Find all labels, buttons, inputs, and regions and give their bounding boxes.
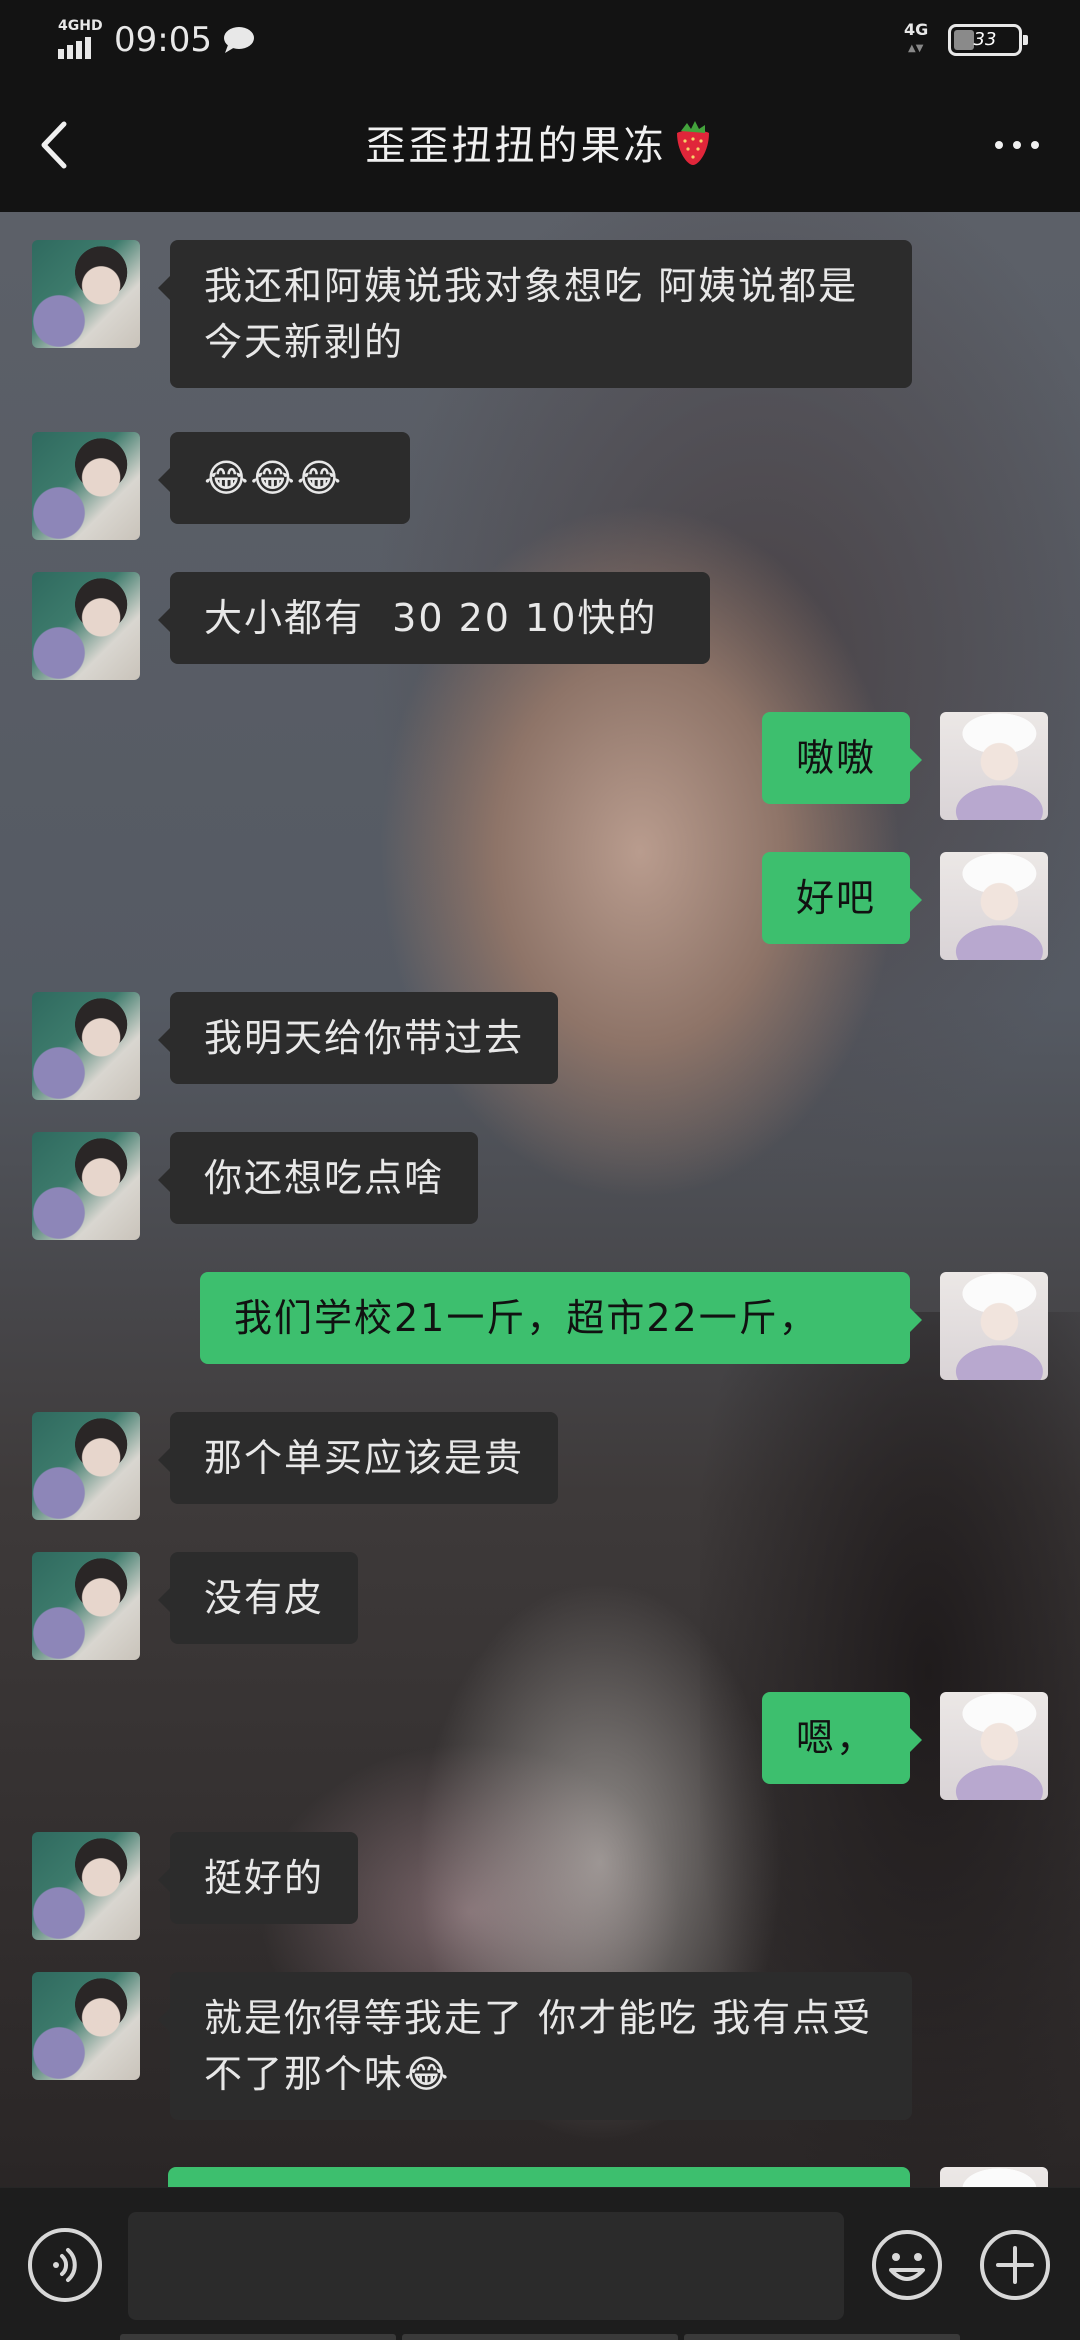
plus-icon bbox=[980, 2230, 1050, 2300]
signal-icon: 4GHD bbox=[58, 19, 104, 61]
bottom-panel-edge bbox=[120, 2334, 960, 2340]
message-bubble-received[interactable]: 我明天给你带过去 bbox=[157, 992, 559, 1084]
chat-input-bar bbox=[0, 2187, 1080, 2340]
smiley-icon bbox=[872, 2230, 942, 2300]
message-bubble-sent[interactable]: 嗷嗷 bbox=[761, 712, 923, 804]
network-type-label: 4GHD bbox=[58, 18, 103, 34]
battery-icon: 33 bbox=[948, 24, 1028, 56]
message-bubble-received[interactable]: 你还想吃点啥 bbox=[157, 1132, 479, 1224]
chat-title-text: 歪歪扭扭的果冻 bbox=[365, 123, 667, 169]
chevron-left-icon bbox=[41, 121, 67, 169]
chat-header: 歪歪扭扭的果冻 bbox=[0, 80, 1080, 212]
more-options-button[interactable] bbox=[982, 120, 1052, 170]
battery-level: 33 bbox=[973, 29, 997, 50]
message-input[interactable] bbox=[128, 2212, 844, 2320]
status-left: 4GHD 09:05 bbox=[58, 18, 256, 62]
message-bubble-received[interactable]: 我还和阿姨说我对象想吃 阿姨说都是今天新剥的 bbox=[158, 240, 912, 388]
strawberry-emoji-icon bbox=[676, 121, 709, 165]
status-bar: 4GHD 09:05 4G ▲▼ 33 bbox=[0, 0, 1080, 80]
voice-icon bbox=[53, 2248, 77, 2282]
message-bubble-received[interactable]: 就是你得等我走了 你才能吃 我有点受不了那个味😂 bbox=[158, 1972, 912, 2120]
contact-avatar[interactable] bbox=[32, 572, 140, 680]
message-bubble-received[interactable]: 那个单买应该是贵 bbox=[157, 1412, 559, 1504]
status-time: 09:05 bbox=[114, 20, 212, 60]
message-bubble-sent[interactable]: 嗯， bbox=[761, 1692, 923, 1784]
message-bubble-sent[interactable] bbox=[168, 2167, 910, 2187]
voice-input-button[interactable] bbox=[28, 2228, 102, 2302]
my-avatar[interactable] bbox=[940, 1272, 1048, 1380]
contact-avatar[interactable] bbox=[32, 992, 140, 1100]
message-bubble-received[interactable]: 挺好的 bbox=[157, 1832, 359, 1924]
message-bubble-received[interactable]: 😂😂😂 bbox=[158, 432, 410, 524]
contact-avatar[interactable] bbox=[32, 432, 140, 540]
my-avatar[interactable] bbox=[940, 1692, 1048, 1800]
emoji-button[interactable] bbox=[870, 2228, 944, 2302]
my-avatar[interactable] bbox=[940, 852, 1048, 960]
message-bubble-sent[interactable]: 我们学校21一斤，超市22一斤， bbox=[200, 1272, 922, 1364]
message-bubble-received[interactable]: 大小都有 30 20 10快的 bbox=[158, 572, 710, 664]
message-bubble-received[interactable]: 没有皮 bbox=[157, 1552, 359, 1644]
contact-avatar[interactable] bbox=[32, 1832, 140, 1940]
back-button[interactable] bbox=[24, 110, 88, 180]
more-functions-button[interactable] bbox=[978, 2228, 1052, 2302]
contact-avatar[interactable] bbox=[32, 1972, 140, 2080]
status-right: 4G ▲▼ 33 bbox=[904, 22, 1028, 58]
contact-avatar[interactable] bbox=[32, 1412, 140, 1520]
contact-avatar[interactable] bbox=[32, 1132, 140, 1240]
message-bubble-sent[interactable]: 好吧 bbox=[761, 852, 923, 944]
mobile-data-label: 4G bbox=[904, 20, 929, 39]
chat-title: 歪歪扭扭的果冻 bbox=[160, 80, 920, 212]
contact-avatar[interactable] bbox=[32, 1552, 140, 1660]
my-avatar[interactable] bbox=[940, 712, 1048, 820]
contact-avatar[interactable] bbox=[32, 240, 140, 348]
my-avatar[interactable] bbox=[940, 2167, 1048, 2187]
chat-message-list[interactable]: 我还和阿姨说我对象想吃 阿姨说都是今天新剥的 😂😂😂 大小都有 30 20 10… bbox=[0, 212, 1080, 2187]
chat-notification-icon bbox=[223, 27, 254, 53]
mobile-data-icon: 4G ▲▼ bbox=[904, 22, 932, 58]
